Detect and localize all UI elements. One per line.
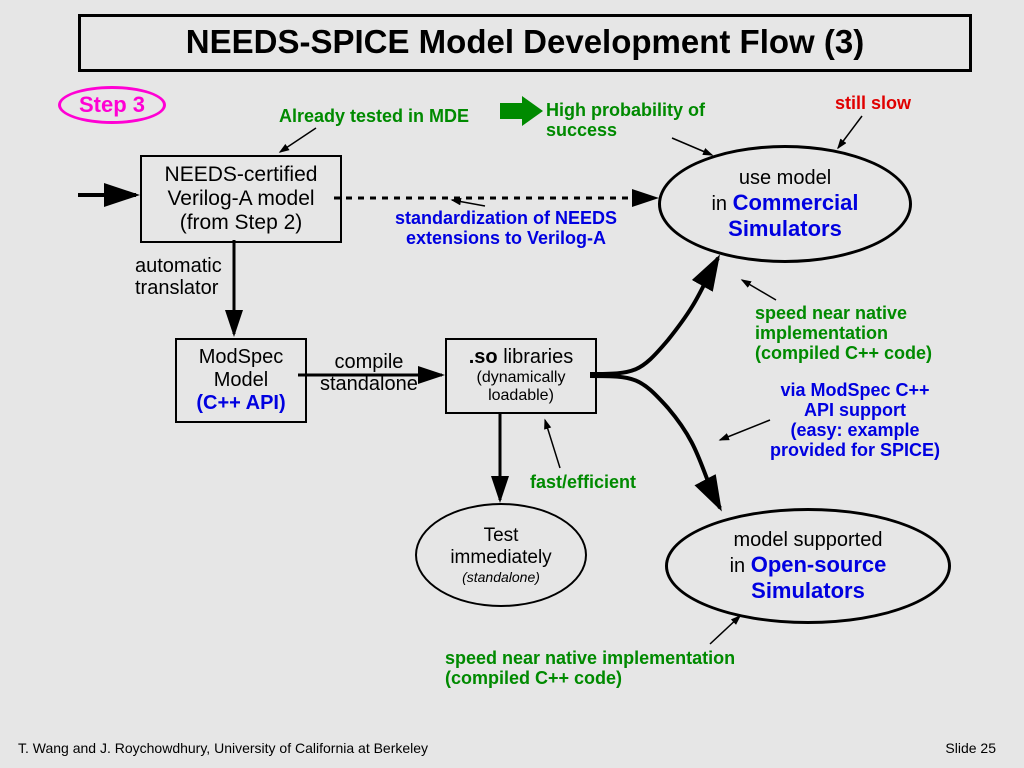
ellipse-test-immediately: Test immediately (standalone)	[415, 503, 587, 607]
text-line: Test	[484, 525, 519, 547]
text-line: ModSpec	[181, 346, 301, 369]
ellipse-opensource-simulators: model supported in Open-source Simulator…	[665, 508, 951, 624]
text-line: (from Step 2)	[146, 211, 336, 235]
text-line: immediately	[450, 547, 551, 569]
footer-right: Slide 25	[945, 740, 996, 756]
text-line: Simulators	[751, 578, 865, 603]
text-line: loadable)	[451, 387, 591, 405]
text-line: .so libraries	[451, 346, 591, 369]
label-auto-translator: automatic translator	[135, 255, 222, 300]
text-line: Simulators	[728, 216, 842, 241]
slide: NEEDS-SPICE Model Development Flow (3) S…	[0, 0, 1024, 768]
text-line: in Commercial	[711, 190, 858, 216]
text-line: use model	[739, 167, 831, 190]
text-line: model supported	[734, 529, 883, 552]
text-line: NEEDS-certified	[146, 163, 336, 187]
text-line: Verilog-A model	[146, 187, 336, 211]
block-arrow-icon	[500, 96, 543, 126]
step-badge: Step 3	[58, 86, 166, 124]
label-standardization: standardization of NEEDS extensions to V…	[395, 208, 617, 248]
label-via-modspec: via ModSpec C++ API support (easy: examp…	[770, 380, 940, 461]
text-line: (dynamically	[451, 369, 591, 387]
label-still-slow: still slow	[835, 93, 911, 113]
text-line: in Open-source	[730, 552, 887, 578]
label-high-prob: High probability of success	[546, 100, 705, 140]
label-fast-efficient: fast/efficient	[530, 472, 636, 492]
box-modspec: ModSpec Model (C++ API)	[175, 338, 307, 423]
text-line: (standalone)	[462, 569, 540, 585]
label-already-tested: Already tested in MDE	[279, 106, 469, 126]
ellipse-commercial-simulators: use model in Commercial Simulators	[658, 145, 912, 263]
text-line: (C++ API)	[181, 392, 301, 415]
text-line: Model	[181, 369, 301, 392]
slide-title-box: NEEDS-SPICE Model Development Flow (3)	[78, 14, 972, 72]
slide-title: NEEDS-SPICE Model Development Flow (3)	[186, 23, 864, 60]
box-needs-certified: NEEDS-certified Verilog-A model (from St…	[140, 155, 342, 243]
label-speed-bottom: speed near native implementation (compil…	[445, 648, 735, 688]
box-so-libraries: .so libraries (dynamically loadable)	[445, 338, 597, 414]
footer-left: T. Wang and J. Roychowdhury, University …	[18, 740, 428, 756]
label-compile: compile standalone	[320, 351, 418, 396]
label-speed-top: speed near native implementation (compil…	[755, 303, 932, 363]
